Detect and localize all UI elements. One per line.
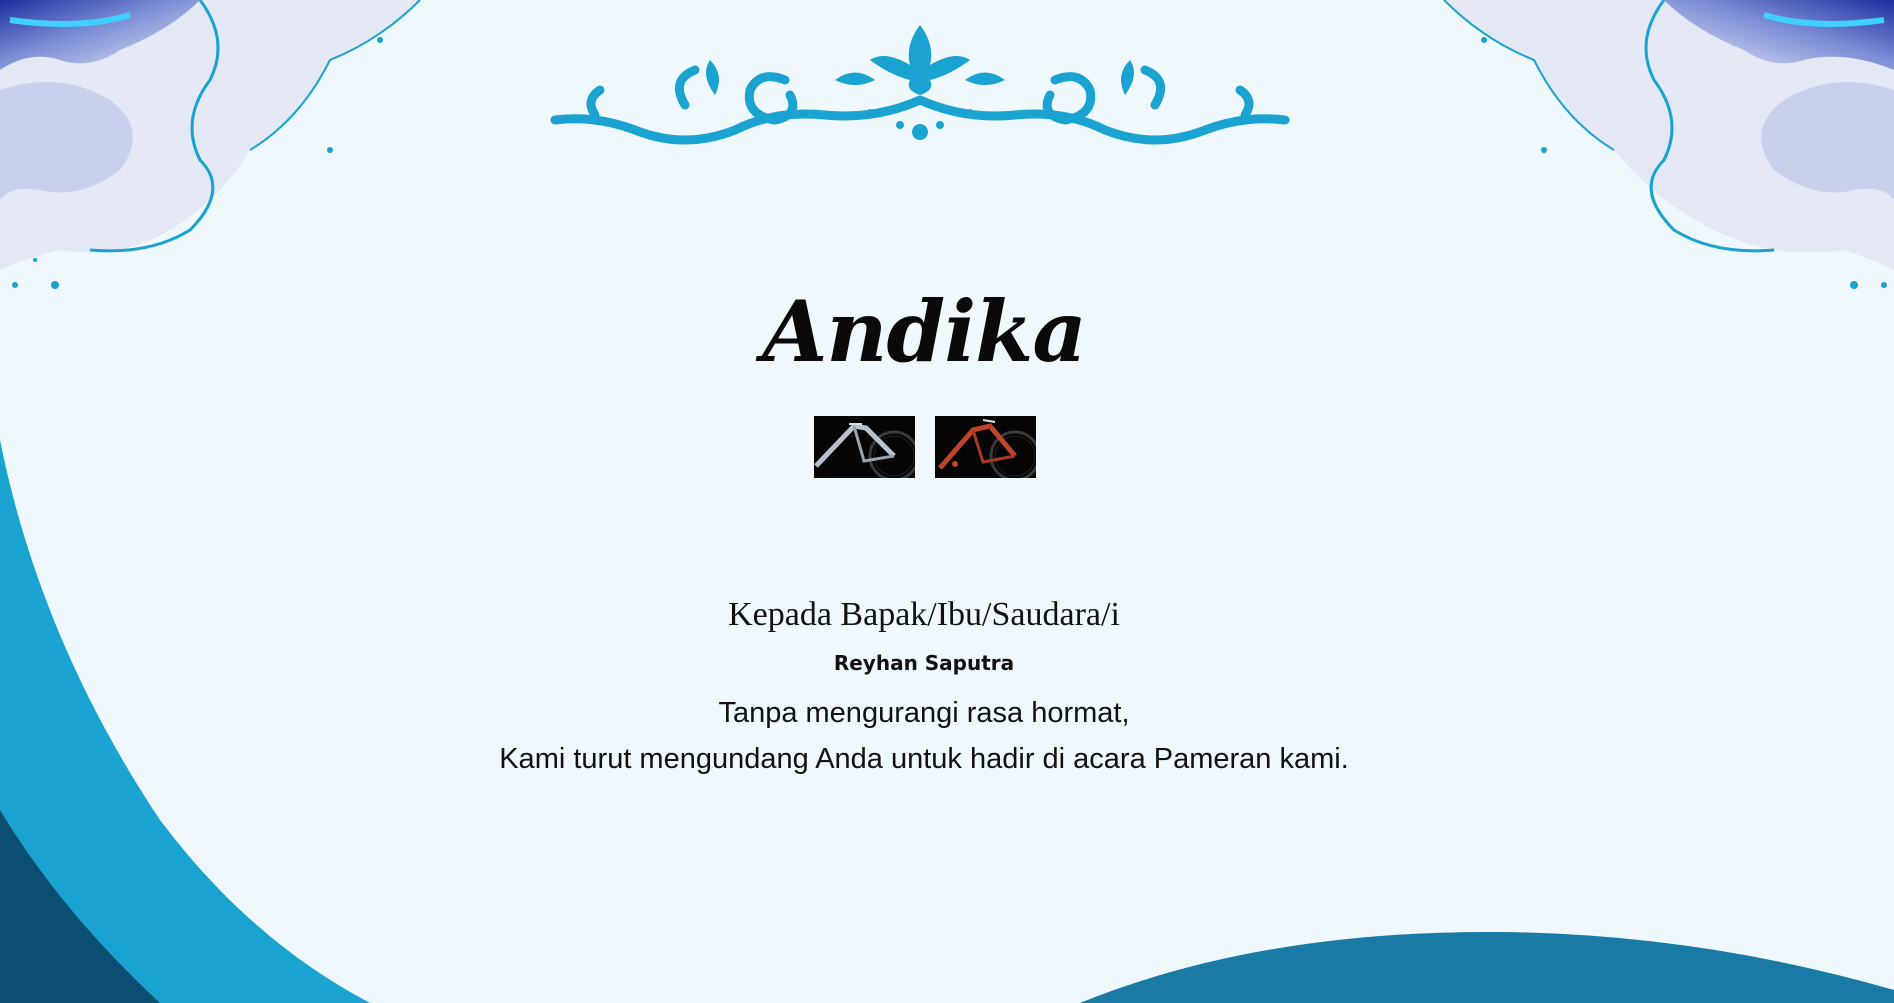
guest-name: Reyhan Saputra (833, 651, 1015, 675)
message-line-1: Tanpa mengurangi rasa hormat, (718, 697, 1130, 729)
wave-bottom (1080, 931, 1894, 1003)
gallery-thumbnails (814, 416, 1036, 478)
red-bike-image (935, 416, 1036, 478)
invitation-page: Andika Kepada Bapak/Ibu/Saudara/i Reyhan… (0, 0, 1894, 1003)
bike-thumbnail-red[interactable] (935, 416, 1036, 478)
invitation-message: Tanpa mengurangi rasa hormat, Kami turut… (0, 690, 1848, 782)
watercolor-corner-top-right (1443, 0, 1894, 289)
host-name: Andika (762, 282, 1087, 381)
message-line-2: Kami turut mengundang Anda untuk hadir d… (499, 743, 1349, 775)
watercolor-corner-top-left (0, 0, 421, 289)
floral-ornament (550, 25, 1290, 145)
silver-bike-image (814, 416, 915, 478)
greeting-text: Kepada Bapak/Ibu/Saudara/i (728, 596, 1120, 633)
bike-thumbnail-silver[interactable] (814, 416, 915, 478)
